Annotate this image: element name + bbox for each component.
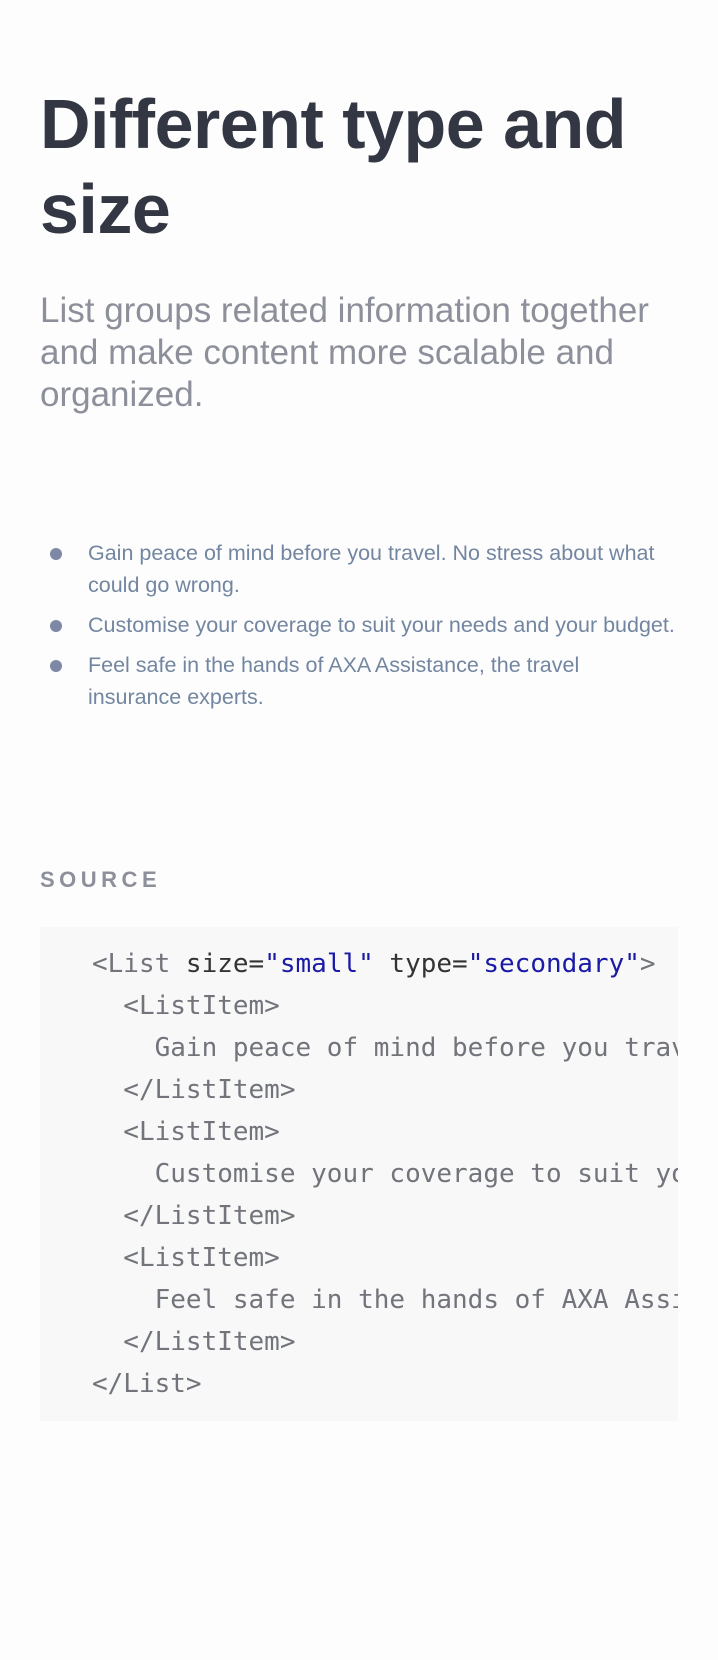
code-string: "small" xyxy=(264,949,374,979)
page-subtitle: List groups related information together… xyxy=(40,291,649,414)
list-item-text: Customise your coverage to suit your nee… xyxy=(88,613,675,637)
code-tag: <List xyxy=(92,949,171,979)
list-item-text: Feel safe in the hands of AXA Assistance… xyxy=(88,653,580,709)
code-line: </ListItem> xyxy=(92,1075,296,1105)
code-attr: type= xyxy=(373,949,468,979)
page-title: Different type and size xyxy=(40,85,627,248)
list-item: Customise your coverage to suit your nee… xyxy=(40,609,678,641)
example-list: Gain peace of mind before you travel. No… xyxy=(40,537,678,721)
code-line: Gain peace of mind before you travel. No… xyxy=(154,1033,678,1063)
list-item: Gain peace of mind before you travel. No… xyxy=(40,537,678,601)
source-code: <List size="small" type="secondary"> <Li… xyxy=(92,943,678,1405)
code-line: </ListItem> xyxy=(92,1201,296,1231)
code-attr: size= xyxy=(170,949,265,979)
source-heading: SOURCE xyxy=(40,867,162,892)
code-line: <List size="small" type="secondary"> xyxy=(92,943,678,985)
code-line: </List> xyxy=(92,1369,202,1399)
code-line: <ListItem> xyxy=(92,991,280,1021)
list-item: Feel safe in the hands of AXA Assistance… xyxy=(40,649,678,713)
code-line: <ListItem> xyxy=(92,1243,280,1273)
code-line: Customise your coverage to suit your nee… xyxy=(154,1159,678,1189)
source-code-block[interactable]: <List size="small" type="secondary"> <Li… xyxy=(40,927,678,1421)
bullet-icon xyxy=(50,620,62,632)
bullet-icon xyxy=(50,660,62,672)
code-line: Feel safe in the hands of AXA Assistance… xyxy=(154,1285,678,1315)
code-line: </ListItem> xyxy=(92,1327,296,1357)
code-tag: > xyxy=(639,949,656,979)
bullet-icon xyxy=(50,548,62,560)
list-item-text: Gain peace of mind before you travel. No… xyxy=(88,541,655,597)
code-string: "secondary" xyxy=(467,949,640,979)
code-line: <ListItem> xyxy=(92,1117,280,1147)
